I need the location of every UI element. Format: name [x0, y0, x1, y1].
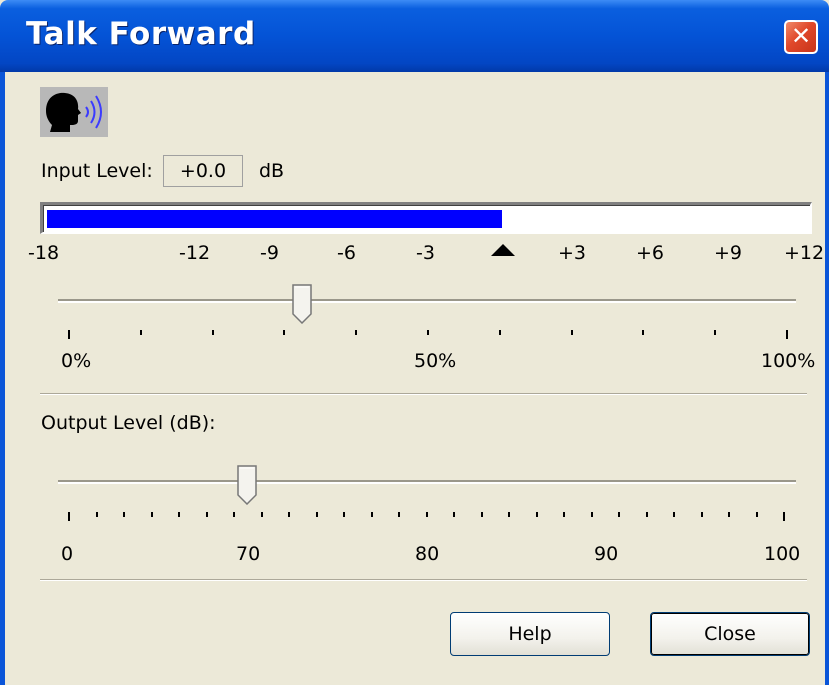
- meter-scale-label: -12: [179, 242, 211, 264]
- output-slider-label: 0: [61, 543, 74, 565]
- output-slider-tick: [123, 512, 125, 517]
- output-slider-tick: [316, 512, 318, 517]
- output-level-label: Output Level (dB):: [41, 412, 216, 434]
- output-slider-tick: [426, 512, 428, 517]
- input-level-unit: dB: [259, 160, 285, 182]
- output-slider-tick: [288, 512, 290, 517]
- output-slider-track[interactable]: [58, 480, 796, 484]
- input-slider-tick: [283, 330, 285, 335]
- meter-scale-label: -9: [260, 242, 279, 264]
- meter-scale-label: -6: [337, 242, 356, 264]
- separator: [40, 579, 807, 581]
- speaking-head-icon: [40, 87, 108, 137]
- output-slider-thumb[interactable]: [237, 465, 257, 505]
- output-slider-tick: [756, 512, 758, 517]
- output-slider-tick: [206, 512, 208, 517]
- input-slider-tick: [68, 330, 70, 339]
- output-slider-tick: [343, 512, 345, 517]
- input-level-meter-fill: [47, 210, 502, 228]
- window-title: Talk Forward: [26, 16, 256, 52]
- input-slider-tick: [642, 330, 644, 335]
- input-level-label: Input Level:: [41, 160, 153, 182]
- output-slider-tick: [371, 512, 373, 517]
- output-slider-tick: [591, 512, 593, 517]
- output-slider-tick: [508, 512, 510, 517]
- output-slider-tick: [481, 512, 483, 517]
- input-slider-label-100: 100%: [761, 350, 816, 372]
- output-slider-tick: [783, 512, 785, 521]
- title-bar: Talk Forward ✕: [0, 0, 829, 72]
- input-slider-tick: [714, 330, 716, 335]
- window-border-right: [825, 72, 829, 685]
- output-slider-tick: [398, 512, 400, 517]
- input-slider-label-0: 0%: [61, 350, 92, 372]
- input-level-value: +0.0: [163, 155, 243, 187]
- output-slider-tick: [563, 512, 565, 517]
- input-level-meter: [40, 202, 812, 234]
- triangle-up-icon: [491, 244, 515, 256]
- input-slider-track[interactable]: [58, 299, 796, 303]
- meter-scale-label: +9: [714, 242, 743, 264]
- close-button[interactable]: Close: [650, 612, 810, 656]
- output-slider-label: 90: [594, 543, 619, 565]
- output-slider-tick: [68, 512, 70, 521]
- meter-scale-label: +6: [636, 242, 665, 264]
- close-window-button[interactable]: ✕: [784, 20, 818, 54]
- input-slider-tick: [140, 330, 142, 335]
- output-slider-tick: [728, 512, 730, 517]
- separator: [40, 393, 807, 395]
- input-slider-tick: [427, 330, 429, 335]
- output-slider-label: 70: [236, 543, 261, 565]
- output-slider-tick: [151, 512, 153, 517]
- input-slider-tick: [355, 330, 357, 335]
- input-slider-label-50: 50%: [414, 350, 457, 372]
- output-slider-label: 100: [764, 543, 801, 565]
- output-slider-tick: [673, 512, 675, 517]
- output-slider-tick: [96, 512, 98, 517]
- output-slider-label: 80: [415, 543, 440, 565]
- window-border-left: [0, 72, 5, 685]
- input-slider-tick: [212, 330, 214, 335]
- input-slider-tick: [786, 330, 788, 339]
- output-slider-tick: [646, 512, 648, 517]
- output-slider-tick: [453, 512, 455, 517]
- meter-scale-label: +3: [558, 242, 587, 264]
- meter-scale-label: -3: [416, 242, 435, 264]
- input-slider-tick: [499, 330, 501, 335]
- input-slider-tick: [571, 330, 573, 335]
- output-slider-tick: [536, 512, 538, 517]
- output-slider-tick: [618, 512, 620, 517]
- meter-scale-label: -18: [28, 242, 60, 264]
- output-slider-tick: [233, 512, 235, 517]
- meter-scale-label: +12: [784, 242, 825, 264]
- output-slider-tick: [178, 512, 180, 517]
- output-slider-tick: [701, 512, 703, 517]
- help-button[interactable]: Help: [450, 612, 610, 656]
- output-slider-tick: [261, 512, 263, 517]
- input-slider-thumb[interactable]: [292, 284, 312, 324]
